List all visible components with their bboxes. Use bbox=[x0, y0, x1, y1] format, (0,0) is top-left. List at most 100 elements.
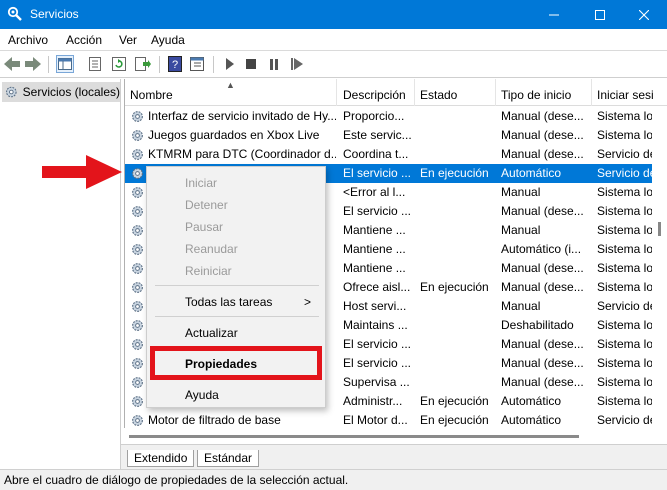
minimize-button[interactable] bbox=[531, 0, 577, 29]
cell-description: El servicio ... bbox=[343, 337, 412, 351]
toolbar-separator bbox=[159, 56, 160, 73]
forward-button[interactable] bbox=[24, 55, 42, 73]
table-row[interactable]: Interfaz de servicio invitado de Hy... Pr… bbox=[125, 107, 655, 126]
cell-logon: Servicio de bbox=[597, 166, 655, 180]
menu-ayuda[interactable]: Ayuda bbox=[151, 33, 185, 47]
cell-start-type: Manual bbox=[501, 185, 541, 199]
service-gear-icon bbox=[130, 299, 145, 314]
export-list-icon bbox=[135, 57, 151, 71]
restart-icon bbox=[291, 58, 303, 70]
menu-item-todas-las-tareas[interactable]: Todas las tareas bbox=[185, 295, 272, 309]
menu-item-ayuda[interactable]: Ayuda bbox=[185, 388, 219, 402]
column-header-description[interactable]: Descripción bbox=[338, 79, 415, 106]
status-text: Abre el cuadro de diálogo de propiedades… bbox=[4, 473, 349, 487]
close-button[interactable] bbox=[621, 0, 667, 29]
column-header-state[interactable]: Estado bbox=[415, 79, 496, 106]
window-title: Servicios bbox=[30, 7, 79, 21]
service-gear-icon bbox=[130, 204, 145, 219]
cell-start-type: Manual (dese... bbox=[501, 109, 584, 123]
tab-extendido[interactable]: Extendido bbox=[127, 450, 195, 467]
service-gear-icon bbox=[130, 223, 145, 238]
cell-logon: Sistema lo bbox=[597, 109, 654, 123]
list-header: ▲ Nombre Descripción Estado Tipo de inic… bbox=[125, 79, 667, 106]
cell-logon: Sistema lo bbox=[597, 356, 654, 370]
cell-state: En ejecución bbox=[420, 413, 489, 427]
cell-description: Mantiene ... bbox=[343, 223, 406, 237]
cell-start-type: Automático bbox=[501, 413, 562, 427]
stop-icon bbox=[246, 59, 256, 69]
refresh-icon bbox=[112, 57, 126, 71]
toolbar-separator bbox=[48, 56, 49, 73]
cell-description: Maintains ... bbox=[343, 318, 408, 332]
cell-logon: Sistema lo bbox=[597, 204, 654, 218]
horizontal-scroll-thumb[interactable] bbox=[129, 435, 579, 438]
menu-archivo[interactable]: Archivo bbox=[8, 33, 48, 47]
svg-text:?: ? bbox=[172, 59, 178, 71]
service-gear-icon bbox=[130, 394, 145, 409]
restart-service-button[interactable] bbox=[288, 55, 306, 73]
cell-start-type: Manual (dese... bbox=[501, 375, 584, 389]
menu-item-actualizar[interactable]: Actualizar bbox=[185, 326, 238, 340]
mmc-view-button[interactable] bbox=[188, 55, 206, 73]
cell-start-type: Manual (dese... bbox=[501, 337, 584, 351]
menu-item-iniciar[interactable]: Iniciar bbox=[185, 176, 217, 190]
help-button[interactable]: ? bbox=[166, 55, 184, 73]
vertical-scroll-thumb[interactable] bbox=[658, 222, 661, 236]
show-hide-tree-button[interactable] bbox=[56, 55, 74, 73]
refresh-button[interactable] bbox=[110, 55, 128, 73]
horizontal-scrollbar[interactable] bbox=[125, 430, 652, 442]
cell-description: El servicio ... bbox=[343, 166, 412, 180]
back-button[interactable] bbox=[3, 55, 21, 73]
menu-ver[interactable]: Ver bbox=[119, 33, 137, 47]
cell-logon: Sistema lo bbox=[597, 318, 654, 332]
properties-sheet-icon bbox=[89, 57, 101, 71]
table-row[interactable]: Juegos guardados en Xbox Live Este servic… bbox=[125, 126, 655, 145]
service-gear-icon bbox=[130, 242, 145, 257]
cell-description: <Error al l... bbox=[343, 185, 406, 199]
close-icon bbox=[639, 9, 649, 20]
export-list-button[interactable] bbox=[134, 55, 152, 73]
table-row[interactable]: Motor de filtrado de base El Motor d... En… bbox=[125, 411, 655, 428]
vertical-scrollbar[interactable] bbox=[652, 107, 667, 428]
service-gear-icon bbox=[130, 185, 145, 200]
title-bar: Servicios bbox=[0, 0, 667, 29]
maximize-button[interactable] bbox=[577, 0, 623, 29]
column-header-name[interactable]: Nombre bbox=[125, 79, 337, 106]
pause-service-button[interactable] bbox=[265, 55, 283, 73]
cell-description: Administr... bbox=[343, 394, 403, 408]
cell-logon: Sistema lo bbox=[597, 242, 654, 256]
column-header-start-type[interactable]: Tipo de inicio bbox=[496, 79, 592, 106]
back-arrow-icon bbox=[4, 57, 20, 71]
cell-description: Ofrece aisl... bbox=[343, 280, 411, 294]
properties-toolbar-button[interactable] bbox=[86, 55, 104, 73]
console-tree: Servicios (locales) bbox=[0, 79, 121, 469]
cell-description: Host servi... bbox=[343, 299, 407, 313]
tree-node-services-local[interactable]: Servicios (locales) bbox=[2, 82, 120, 102]
red-arrow-icon bbox=[42, 155, 122, 189]
service-gear-icon bbox=[130, 261, 145, 276]
menu-item-detener[interactable]: Detener bbox=[185, 198, 228, 212]
menu-item-pausar[interactable]: Pausar bbox=[185, 220, 223, 234]
stop-service-button[interactable] bbox=[242, 55, 260, 73]
cell-logon: Sistema lo bbox=[597, 375, 654, 389]
start-service-button[interactable] bbox=[221, 55, 239, 73]
view-tabs: Extendido Estándar bbox=[121, 444, 667, 469]
menu-accion[interactable]: Acción bbox=[66, 33, 102, 47]
service-gear-icon bbox=[6, 86, 17, 98]
column-header-logon[interactable]: Iniciar sesi bbox=[592, 79, 667, 106]
play-icon bbox=[226, 58, 234, 70]
cell-start-type: Manual bbox=[501, 223, 541, 237]
cell-description: Mantiene ... bbox=[343, 242, 406, 256]
status-bar: Abre el cuadro de diálogo de propiedades… bbox=[0, 469, 667, 490]
menu-item-reiniciar[interactable]: Reiniciar bbox=[185, 264, 232, 278]
service-gear-icon bbox=[130, 337, 145, 352]
cell-logon: Sistema lo bbox=[597, 337, 654, 351]
cell-logon: Servicio de bbox=[597, 147, 655, 161]
tab-estandar[interactable]: Estándar bbox=[197, 450, 260, 467]
toolbar-separator bbox=[213, 56, 214, 73]
cell-logon: Sistema lo bbox=[597, 280, 654, 294]
menu-item-reanudar[interactable]: Reanudar bbox=[185, 242, 238, 256]
cell-start-type: Manual (dese... bbox=[501, 356, 584, 370]
table-row[interactable]: KTMRM para DTC (Coordinador d... Coordina… bbox=[125, 145, 655, 164]
service-gear-icon bbox=[130, 109, 145, 124]
